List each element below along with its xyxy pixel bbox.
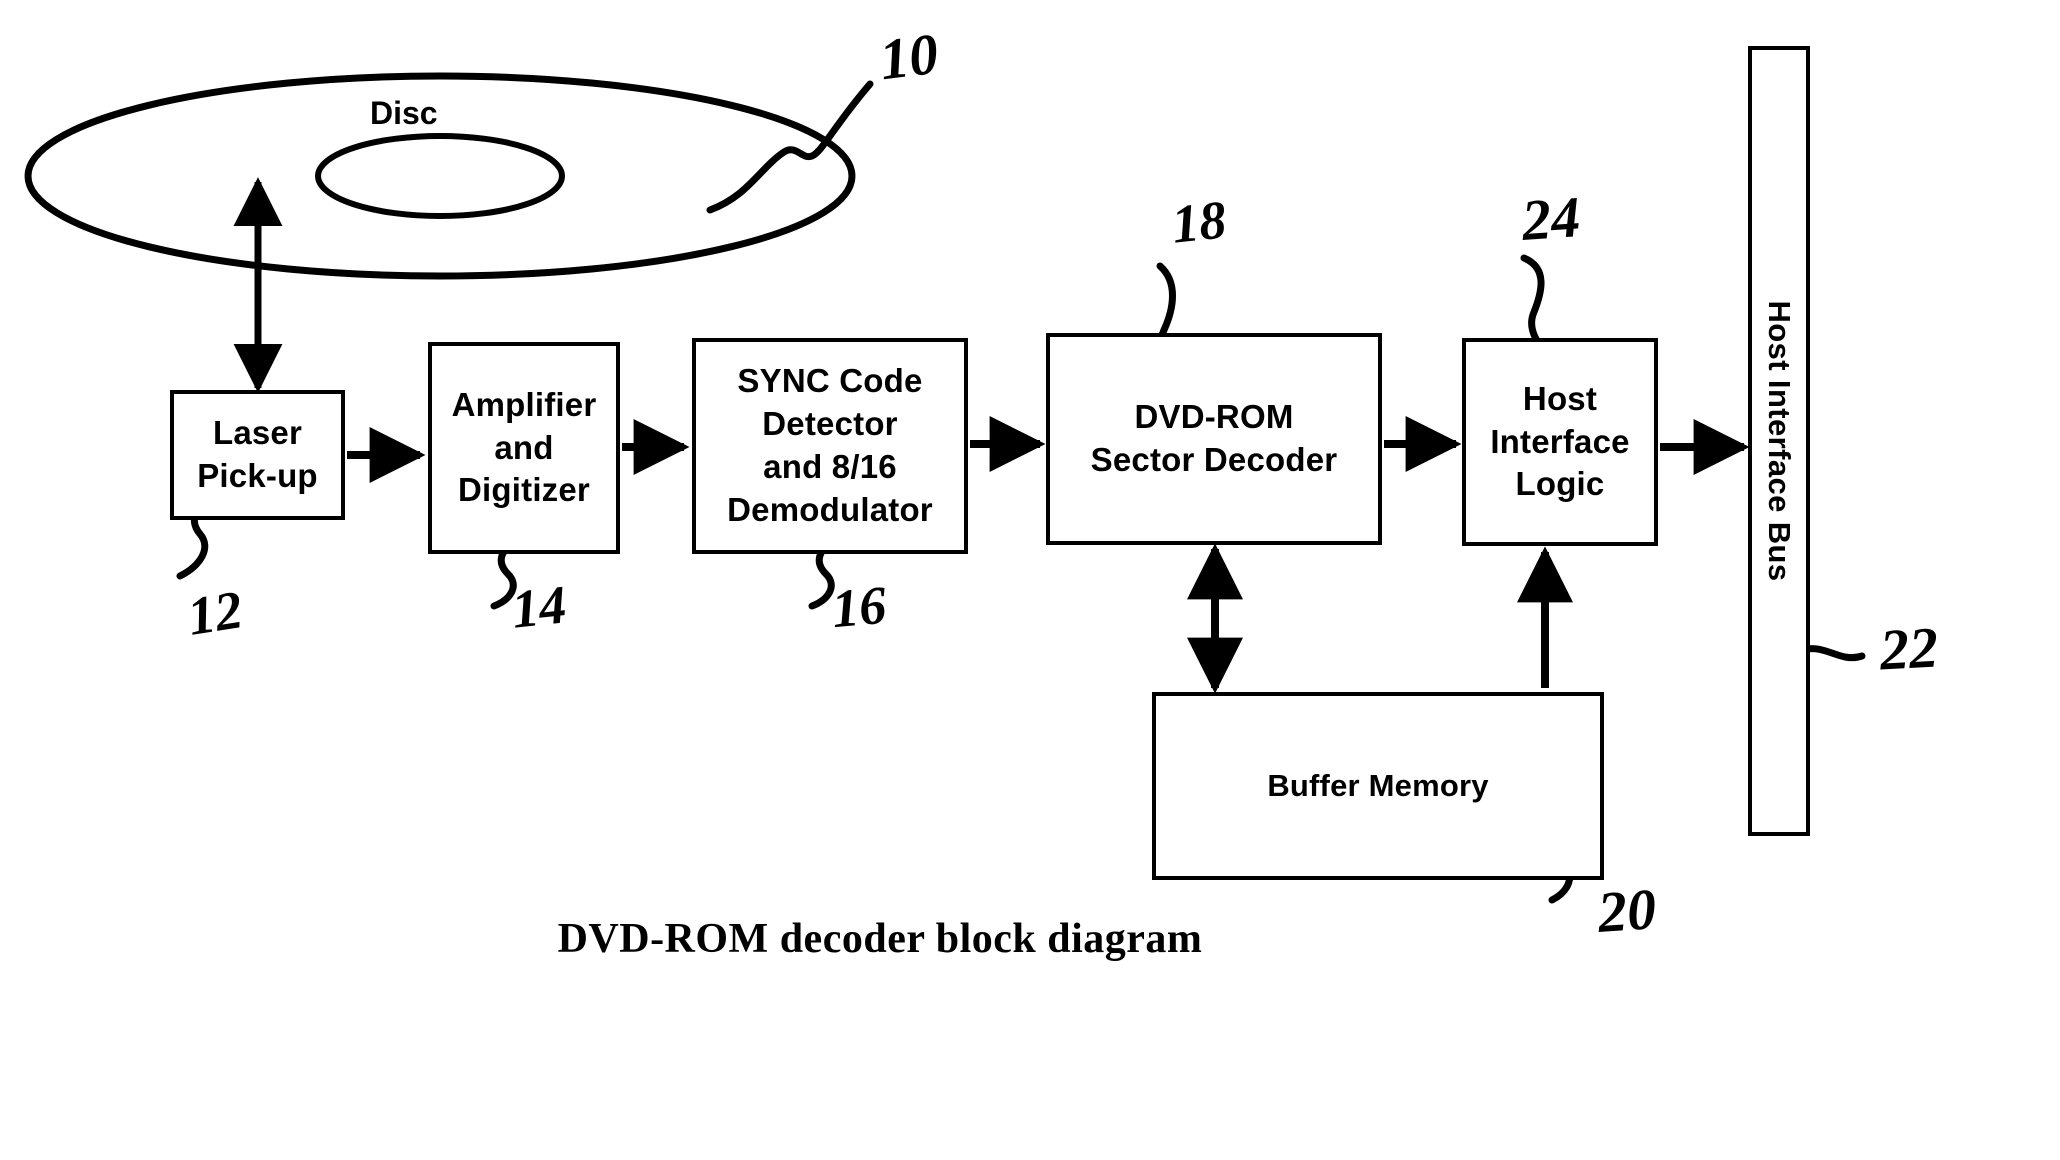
block-buffer-memory-label: Buffer Memory: [1267, 767, 1489, 803]
block-laser-pickup[interactable]: Laser Pick-up: [170, 390, 345, 520]
block-host-interface-logic-label: Host Interface Logic: [1490, 379, 1630, 503]
reference-numeral-14: 14: [509, 574, 569, 640]
leader-line-10: [706, 80, 874, 214]
block-host-interface-logic[interactable]: Host Interface Logic: [1462, 338, 1658, 546]
block-dvd-rom-sector-decoder[interactable]: DVD-ROM Sector Decoder: [1046, 333, 1382, 545]
disc-label: Disc: [370, 95, 438, 131]
block-dvd-rom-sector-decoder-label: DVD-ROM Sector Decoder: [1090, 398, 1338, 478]
reference-numeral-24: 24: [1519, 184, 1583, 253]
disc-outer-ellipse: [24, 72, 856, 280]
block-amplifier-digitizer[interactable]: Amplifier and Digitizer: [428, 342, 620, 554]
block-host-interface-bus[interactable]: [1748, 46, 1810, 836]
block-sync-code-detector[interactable]: SYNC Code Detector and 8/16 Demodulator: [692, 338, 968, 554]
block-amplifier-digitizer-label: Amplifier and Digitizer: [451, 385, 597, 509]
reference-numeral-16: 16: [829, 574, 889, 640]
block-sync-code-detector-label: SYNC Code Detector and 8/16 Demodulator: [727, 362, 933, 528]
figure-caption: DVD-ROM decoder block diagram: [557, 916, 1203, 962]
reference-numeral-18: 18: [1169, 189, 1229, 255]
disc-hole-ellipse: [315, 133, 565, 219]
figure-canvas: Disc Laser Pick-up Amplifier and Digitiz…: [0, 0, 2060, 1160]
reference-numeral-12: 12: [183, 579, 247, 647]
block-buffer-memory[interactable]: Buffer Memory: [1152, 692, 1604, 880]
block-laser-pickup-label: Laser Pick-up: [197, 414, 318, 494]
reference-numeral-10: 10: [876, 20, 942, 93]
reference-numeral-22: 22: [1878, 614, 1940, 683]
